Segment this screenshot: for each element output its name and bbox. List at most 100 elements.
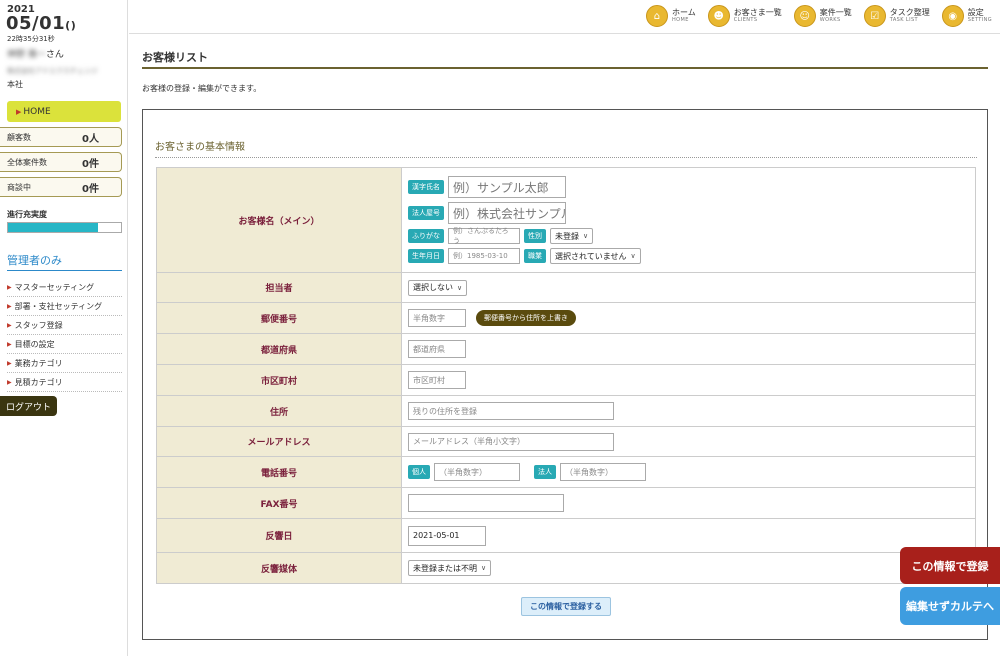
row-phone: 電話番号 個人 （半角数字） 法人 （半角数字） bbox=[156, 456, 976, 488]
chevron-down-icon: ∨ bbox=[630, 252, 636, 260]
job-value: 選択されていません bbox=[555, 251, 627, 261]
email-input[interactable]: メールアドレス（半角小文字） bbox=[408, 432, 614, 451]
arrow-right-icon: ▶ bbox=[16, 107, 22, 116]
menu-item-staff-register[interactable]: ▶ スタッフ登録 bbox=[7, 316, 122, 335]
menu-item-estimate-category[interactable]: ▶ 見積カテゴリ bbox=[7, 373, 122, 392]
field-customer-name: 漢字氏名 例）サンプル太郎 法人屋号 例）株式会社サンプル ふりがな 例）さんぷ… bbox=[401, 167, 976, 273]
user-name: 神野 雅一さん bbox=[7, 47, 64, 60]
nav-setting[interactable]: ◉ 設定 SETTING bbox=[941, 5, 992, 27]
arrow-right-icon: ▶ bbox=[7, 378, 12, 386]
kanji-name-tag: 漢字氏名 bbox=[408, 180, 444, 194]
row-response-date: 反響日 2021-05-01 bbox=[156, 518, 976, 553]
user-name-text: 神野 雅一 bbox=[7, 50, 46, 60]
stat-label: 商談中 bbox=[7, 182, 31, 192]
zip-lookup-button[interactable]: 郵便番号から住所を上書き bbox=[476, 310, 576, 326]
chevron-down-icon: ∨ bbox=[583, 232, 589, 240]
menu-item-department-setting[interactable]: ▶ 部署・支社セッティング bbox=[7, 297, 122, 316]
label-customer-name: お客様名（メイン） bbox=[156, 167, 402, 273]
row-media: 反響媒体 未登録または不明 ∨ bbox=[156, 552, 976, 584]
admin-section-title: 管理者のみ bbox=[7, 254, 62, 267]
row-fax: FAX番号 bbox=[156, 487, 976, 519]
corp-name-input[interactable]: 例）株式会社サンプル bbox=[448, 202, 566, 224]
gender-select[interactable]: 未登録 ∨ bbox=[550, 228, 594, 244]
city-input[interactable]: 市区町村 bbox=[408, 371, 466, 389]
kana-input[interactable]: 例）さんぷるたろう bbox=[448, 227, 520, 245]
sidebar: 2021 05/01() 22時35分31秒 神野 雅一さん 株式会社アドエクス… bbox=[0, 0, 128, 656]
register-float-button[interactable]: この情報で登録 bbox=[900, 547, 1000, 584]
row-email: メールアドレス メールアドレス（半角小文字） bbox=[156, 426, 976, 457]
chevron-down-icon: ∨ bbox=[481, 564, 487, 572]
user-company: 株式会社アドエクスチェンジ bbox=[7, 67, 98, 75]
stat-label: 顧客数 bbox=[7, 132, 31, 142]
zip-input[interactable]: 半角数字 bbox=[408, 309, 466, 327]
nav-sub: SETTING bbox=[967, 16, 992, 23]
birthdate-input[interactable]: 例）1985-03-10 bbox=[448, 248, 520, 264]
date-weekday: () bbox=[65, 19, 77, 32]
label-city: 市区町村 bbox=[156, 364, 402, 396]
progress-fill bbox=[8, 223, 99, 232]
gear-icon: ◉ bbox=[941, 5, 964, 27]
field-media: 未登録または不明 ∨ bbox=[401, 552, 976, 584]
admin-divider bbox=[7, 270, 122, 271]
user-branch: 本社 bbox=[7, 80, 23, 89]
prefecture-input[interactable]: 都道府県 bbox=[408, 340, 466, 358]
nav-task-list[interactable]: ☑ タスク整理 TASK LIST bbox=[863, 5, 930, 27]
field-staff: 選択しない ∨ bbox=[401, 272, 976, 303]
menu-item-work-category[interactable]: ▶ 業務カテゴリ bbox=[7, 354, 122, 373]
header-divider bbox=[129, 33, 1000, 34]
field-city: 市区町村 bbox=[401, 364, 976, 396]
stat-value: 0人 bbox=[82, 133, 99, 145]
works-icon: ☺ bbox=[793, 5, 816, 27]
gender-tag: 性別 bbox=[524, 229, 546, 243]
karte-float-button[interactable]: 編集せずカルテへ bbox=[900, 587, 1000, 625]
staff-value: 選択しない bbox=[413, 283, 453, 292]
stat-negotiating: 商談中 0件 bbox=[0, 177, 122, 197]
label-prefecture: 都道府県 bbox=[156, 333, 402, 365]
menu-item-master-setting[interactable]: ▶ マスターセッティング bbox=[7, 278, 122, 297]
admin-menu: ▶ マスターセッティング ▶ 部署・支社セッティング ▶ スタッフ登録 ▶ 目標の設定 … bbox=[7, 278, 122, 392]
address-input[interactable]: 残りの住所を登録 bbox=[408, 402, 614, 420]
label-address: 住所 bbox=[156, 395, 402, 427]
nav-clients[interactable]: ☻ お客さま一覧 CLIENTS bbox=[707, 5, 782, 27]
arrow-right-icon: ▶ bbox=[7, 302, 12, 310]
stat-label: 全体案件数 bbox=[7, 157, 47, 167]
fax-input[interactable] bbox=[408, 494, 564, 512]
date-display: 05/01() bbox=[6, 13, 76, 34]
clients-icon: ☻ bbox=[707, 5, 730, 27]
progress-label: 進行充実度 bbox=[7, 210, 47, 219]
home-icon: ⌂ bbox=[645, 5, 668, 27]
nav-sub: HOME bbox=[671, 16, 689, 23]
media-value: 未登録または不明 bbox=[413, 563, 477, 573]
media-select[interactable]: 未登録または不明 ∨ bbox=[408, 560, 492, 576]
response-date-input[interactable]: 2021-05-01 bbox=[408, 525, 486, 546]
field-prefecture: 都道府県 bbox=[401, 333, 976, 365]
kanji-name-input[interactable]: 例）サンプル太郎 bbox=[448, 176, 566, 198]
label-media: 反響媒体 bbox=[156, 552, 402, 584]
progress-bar bbox=[7, 222, 122, 233]
phone-personal-input[interactable]: （半角数字） bbox=[434, 463, 520, 481]
customer-form-card: お客さまの基本情報 お客様名（メイン） 漢字氏名 例）サンプル太郎 法人屋号 例… bbox=[142, 109, 988, 640]
phone-corp-input[interactable]: （半角数字） bbox=[560, 463, 646, 481]
chevron-down-icon: ∨ bbox=[457, 283, 463, 292]
label-email: メールアドレス bbox=[156, 426, 402, 457]
arrow-right-icon: ▶ bbox=[7, 321, 12, 329]
page-title: お客様リスト bbox=[142, 51, 208, 64]
stat-value: 0件 bbox=[82, 183, 99, 195]
nav-home[interactable]: ⌂ ホーム HOME bbox=[645, 5, 696, 27]
staff-select[interactable]: 選択しない ∨ bbox=[408, 279, 468, 296]
label-staff: 担当者 bbox=[156, 272, 402, 303]
home-button[interactable]: ▶ HOME bbox=[7, 101, 121, 122]
section-title: お客さまの基本情報 bbox=[155, 142, 245, 153]
menu-item-goal-setting[interactable]: ▶ 目標の設定 bbox=[7, 335, 122, 354]
job-select[interactable]: 選択されていません ∨ bbox=[550, 248, 641, 264]
corp-name-tag: 法人屋号 bbox=[408, 206, 444, 220]
row-city: 市区町村 市区町村 bbox=[156, 364, 976, 396]
logout-button[interactable]: ログアウト bbox=[0, 396, 57, 416]
field-response-date: 2021-05-01 bbox=[401, 518, 976, 553]
submit-button[interactable]: この情報で登録する bbox=[521, 597, 611, 616]
nav-works[interactable]: ☺ 案件一覧 WORKS bbox=[793, 5, 852, 27]
row-address: 住所 残りの住所を登録 bbox=[156, 395, 976, 427]
row-prefecture: 都道府県 都道府県 bbox=[156, 333, 976, 365]
menu-item-label: 目標の設定 bbox=[14, 339, 55, 349]
arrow-right-icon: ▶ bbox=[7, 283, 12, 291]
